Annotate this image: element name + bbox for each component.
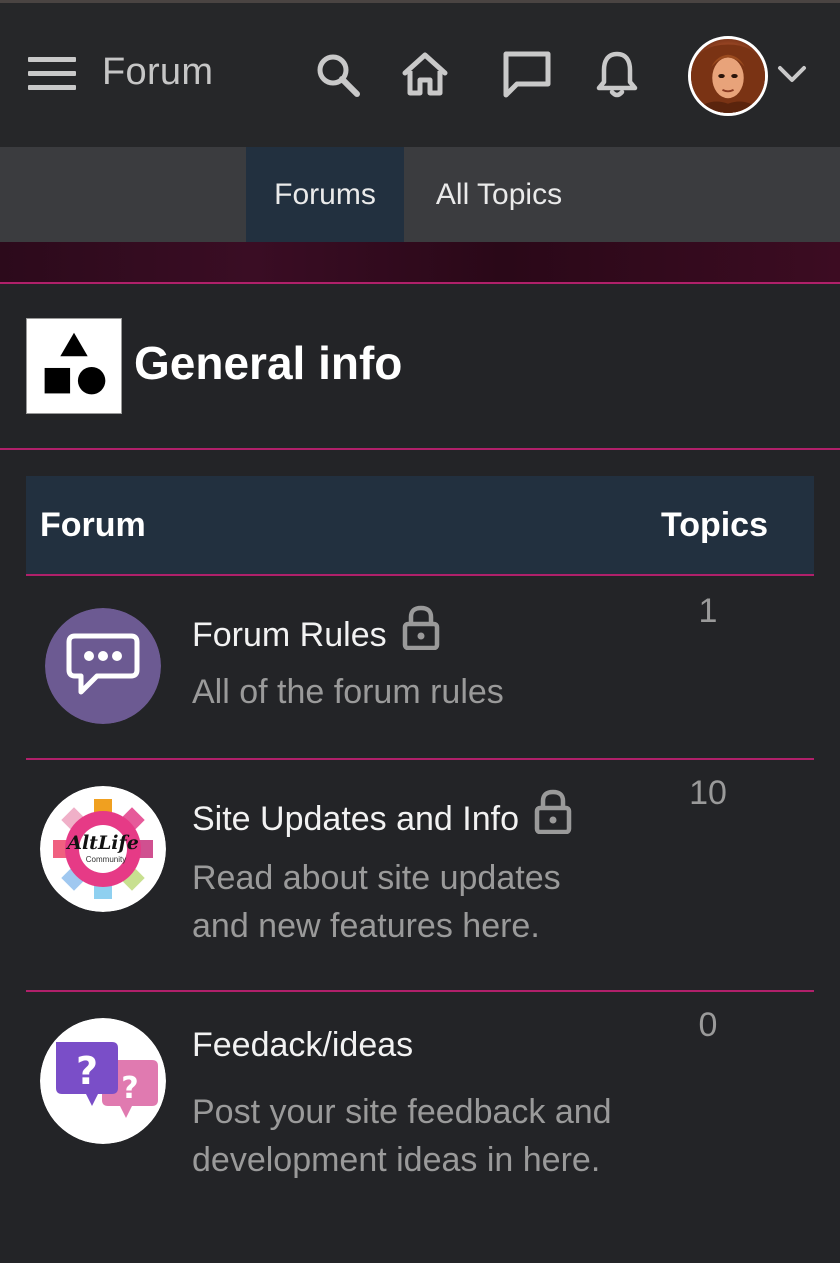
forum-title[interactable]: Site Updates and Info — [192, 788, 573, 839]
category-title[interactable]: General info — [134, 336, 402, 390]
shapes-icon — [26, 318, 122, 414]
logo-subtext: Community — [86, 855, 126, 864]
logo-text: AltLife — [65, 832, 139, 854]
menu-icon[interactable] — [28, 57, 76, 91]
app-title: Forum — [102, 51, 214, 93]
chevron-down-icon[interactable] — [776, 61, 808, 87]
header-banner — [0, 242, 840, 282]
category-panel: General info Forum Topics Forum Rules Al… — [0, 282, 840, 1261]
column-header-topics: Topics — [660, 506, 768, 544]
home-icon[interactable] — [400, 49, 450, 99]
altlife-community-logo: AltLife Community — [40, 786, 166, 912]
topic-count: 0 — [698, 1006, 718, 1044]
column-header-forum: Forum — [40, 506, 146, 544]
forum-row[interactable]: Forum Rules All of the forum rules 1 — [26, 578, 814, 760]
forum-title[interactable]: Feedack/ideas — [192, 1026, 413, 1065]
forum-row[interactable]: ? ? Feedack/ideas Post your site feedbac… — [26, 992, 814, 1263]
forum-title[interactable]: Forum Rules — [192, 604, 441, 655]
forum-description: Read about site updates and new features… — [192, 859, 561, 945]
search-icon[interactable] — [312, 49, 362, 99]
tab-forums[interactable]: Forums — [246, 147, 404, 242]
table-header: Forum Topics — [26, 476, 814, 576]
app-header: Forum — [0, 3, 840, 147]
topic-count: 10 — [689, 774, 727, 812]
svg-text:?: ? — [121, 1071, 138, 1106]
avatar[interactable] — [688, 36, 768, 116]
question-bubbles-icon: ? ? — [40, 1018, 166, 1144]
forum-row[interactable]: AltLife Community Site Updates and Info … — [26, 760, 814, 992]
lock-icon — [401, 604, 441, 651]
lock-icon — [533, 788, 573, 835]
bell-icon[interactable] — [592, 49, 642, 99]
speech-bubble-icon — [45, 608, 161, 724]
topic-count: 1 — [698, 592, 718, 630]
svg-text:?: ? — [76, 1049, 98, 1093]
forum-description: All of the forum rules — [192, 673, 504, 711]
tab-all-topics[interactable]: All Topics — [404, 147, 594, 242]
chat-icon[interactable] — [502, 49, 552, 99]
forum-subnav: Forums All Topics — [0, 147, 840, 242]
category-divider — [0, 448, 840, 450]
category-header: General info — [26, 318, 826, 414]
forum-description: Post your site feedback and development … — [192, 1093, 612, 1179]
